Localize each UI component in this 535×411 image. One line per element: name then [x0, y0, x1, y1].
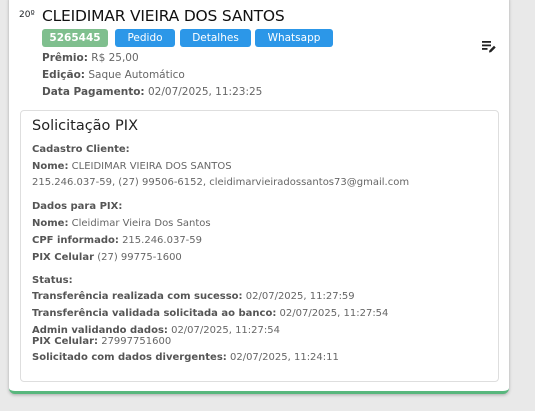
cadastro-nome-label: Nome:	[32, 161, 69, 172]
edicao-label: Edição:	[42, 69, 86, 81]
pix-title: Solicitação PIX	[32, 118, 138, 134]
detalhes-button[interactable]: Detalhes	[180, 29, 251, 47]
celular-row: PIX Celular (27) 99775-1600	[32, 252, 182, 263]
status-value: 02/07/2025, 11:27:54	[171, 325, 280, 336]
status-value: 02/07/2025, 11:27:59	[245, 291, 355, 302]
status-value: 02/07/2025, 11:27:54	[279, 308, 389, 319]
status-row: Solicitado com dados divergentes: 02/07/…	[32, 352, 339, 363]
status-label: Solicitado com dados divergentes:	[32, 352, 227, 363]
cadastro-nome-value: CLEIDIMAR VIEIRA DOS SANTOS	[71, 161, 232, 172]
premio-row: Prêmio: R$ 25,00	[42, 52, 139, 64]
status-row: PIX Celular: 27997751600	[32, 336, 171, 347]
cadastro-nome-row: Nome: CLEIDIMAR VIEIRA DOS SANTOS	[32, 161, 232, 172]
dados-nome-value: Cleidimar Vieira Dos Santos	[71, 218, 211, 229]
dados-nome-label: Nome:	[32, 218, 69, 229]
celular-value: (27) 99775-1600	[97, 252, 182, 263]
pagamento-label: Data Pagamento:	[42, 86, 145, 98]
edit-list-icon[interactable]	[481, 38, 497, 54]
status-label: Admin validando dados:	[32, 325, 168, 336]
dados-heading: Dados para PIX:	[32, 201, 123, 212]
status-label: Transferência validada solicitada ao ban…	[32, 308, 277, 319]
status-value: 02/07/2025, 11:24:11	[229, 352, 339, 363]
status-row: Transferência validada solicitada ao ban…	[32, 308, 388, 319]
cadastro-heading: Cadastro Cliente:	[32, 144, 130, 155]
celular-label: PIX Celular	[32, 252, 95, 263]
cpf-label: CPF informado:	[32, 235, 119, 246]
order-code-badge[interactable]: 5265445	[42, 29, 108, 47]
customer-name: CLEIDIMAR VIEIRA DOS SANTOS	[42, 7, 285, 25]
premio-value: R$ 25,00	[91, 52, 139, 64]
status-heading: Status:	[32, 275, 73, 286]
status-row: Transferência realizada com sucesso: 02/…	[32, 291, 355, 302]
status-row: Admin validando dados: 02/07/2025, 11:27…	[32, 325, 280, 336]
status-label: Transferência realizada com sucesso:	[32, 291, 243, 302]
pagamento-row: Data Pagamento: 02/07/2025, 11:23:25	[42, 86, 262, 98]
order-card: 20º CLEIDIMAR VIEIRA DOS SANTOS 5265445 …	[9, 0, 509, 394]
status-label: PIX Celular:	[32, 336, 99, 347]
edicao-row: Edição: Saque Automático	[42, 69, 185, 81]
cadastro-contact: 215.246.037-59, (27) 99506-6152, cleidim…	[32, 177, 410, 188]
pedido-button[interactable]: Pedido	[115, 29, 175, 47]
pagamento-value: 02/07/2025, 11:23:25	[147, 86, 263, 98]
whatsapp-button[interactable]: Whatsapp	[255, 29, 333, 47]
premio-label: Prêmio:	[42, 52, 88, 64]
dados-nome-row: Nome: Cleidimar Vieira Dos Santos	[32, 218, 211, 229]
status-value: 27997751600	[101, 336, 172, 347]
cpf-row: CPF informado: 215.246.037-59	[32, 235, 202, 246]
rank-number: 20º	[19, 10, 35, 20]
cpf-value: 215.246.037-59	[122, 235, 203, 246]
pix-request-panel: Solicitação PIX Cadastro Cliente: Nome: …	[20, 110, 499, 382]
edicao-value: Saque Automático	[88, 69, 185, 81]
